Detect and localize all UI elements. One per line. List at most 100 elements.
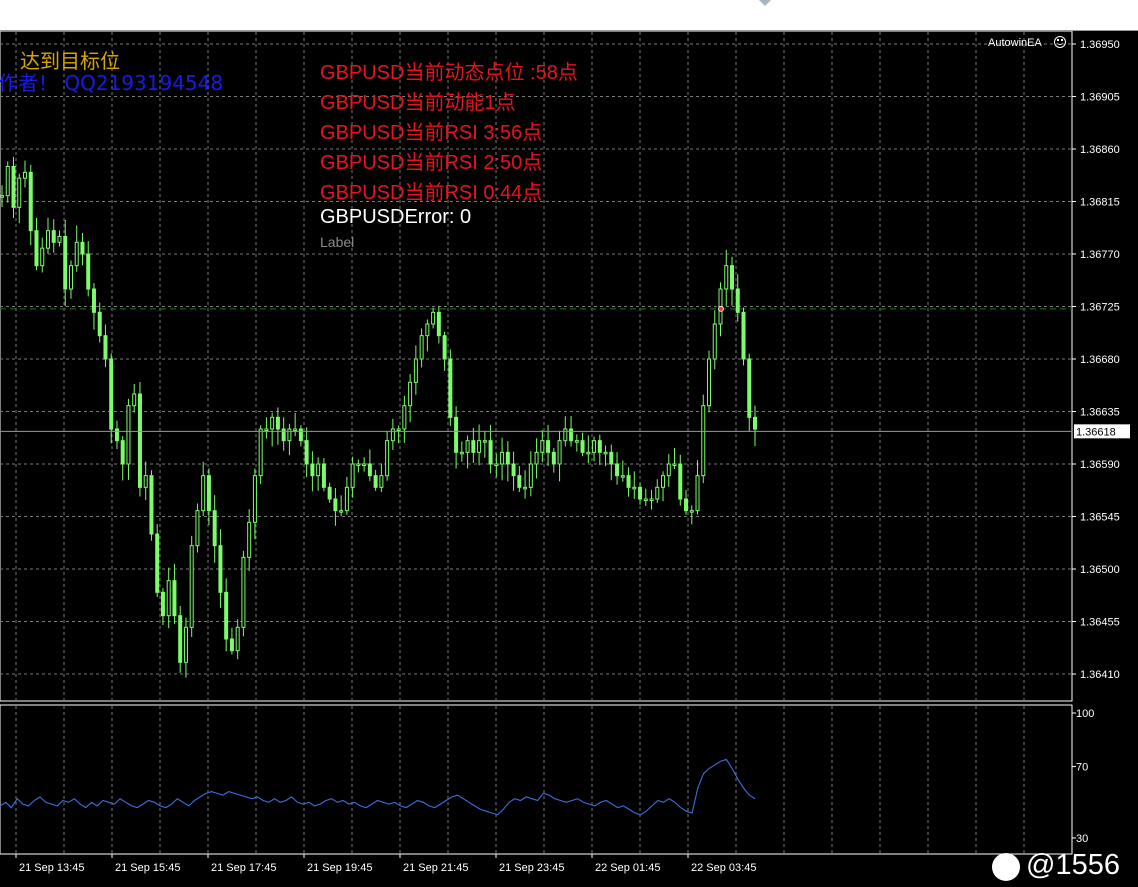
candle-body [333, 498, 338, 512]
candle-body [528, 463, 533, 488]
candle-body [551, 451, 556, 465]
y-tick-label: 1.36725 [1080, 302, 1120, 314]
rsi-tick-label: 100 [1076, 708, 1094, 720]
candle-body [546, 440, 551, 453]
candle-body [678, 463, 683, 500]
trade-marker [718, 305, 724, 312]
x-tick-label: 21 Sep 15:45 [115, 862, 180, 874]
candle-body [724, 265, 729, 290]
candle-body [661, 475, 666, 488]
candle-body [569, 428, 574, 442]
candle-body [201, 475, 206, 512]
candle-body [45, 230, 50, 249]
candle-body [270, 416, 275, 430]
candle-body [304, 440, 309, 465]
candle-body [431, 311, 436, 325]
info-line-rsi-3: GBPUSD当前RSI 3:56点 [320, 122, 543, 144]
candle-body [563, 428, 568, 442]
candle-body [643, 498, 648, 501]
y-tick-label: 1.36950 [1080, 39, 1120, 51]
candle-body [166, 580, 171, 617]
candle-body [97, 311, 102, 337]
candle-body [620, 475, 625, 478]
chart-window[interactable]: 1.36950 1.36905 1.36860 1.36815 1.36770 1.367… [0, 31, 1138, 887]
candle-body [488, 440, 493, 465]
chart-top-strip [0, 0, 1138, 31]
y-tick-label: 1.36500 [1080, 564, 1120, 576]
candle-body [293, 428, 298, 431]
current-price-label: 1.36618 [1076, 426, 1116, 438]
y-tick-label: 1.36590 [1080, 459, 1120, 471]
candle-body [396, 428, 401, 431]
candle-body [505, 451, 510, 465]
rsi-tick-label: 30 [1076, 833, 1088, 845]
candle-body [574, 440, 579, 443]
candle-body [339, 510, 344, 513]
candle-body [172, 580, 177, 617]
y-tick-label: 1.36680 [1080, 354, 1120, 366]
candle-body [385, 440, 390, 477]
info-line-rsi-2: GBPUSD当前RSI 2:50点 [320, 152, 543, 174]
candle-body [465, 440, 470, 453]
candle-body [603, 451, 608, 455]
y-tick-label: 1.36455 [1080, 617, 1120, 629]
candle-body [684, 498, 689, 512]
info-line-dynamic-points: GBPUSD当前动态点位 :58点 [320, 62, 578, 84]
candle-body [22, 171, 27, 179]
candle-body [183, 626, 188, 663]
candle-body [494, 463, 499, 466]
candle-body [224, 591, 229, 640]
candle-body [195, 510, 200, 547]
scroll-position-marker[interactable] [759, 0, 771, 6]
candle-body [586, 451, 591, 455]
candle-body [356, 463, 361, 466]
x-tick-label: 22 Sep 01:45 [595, 862, 660, 874]
candle-body [655, 486, 660, 500]
candle-body [408, 381, 413, 407]
candle-body [258, 428, 263, 477]
x-tick-label: 21 Sep 19:45 [307, 862, 372, 874]
candle-body [419, 335, 424, 360]
candle-body [511, 463, 516, 477]
candle-body [649, 498, 654, 501]
candle-body [298, 428, 303, 442]
candle-body [592, 440, 597, 453]
candle-body [350, 463, 355, 488]
y-tick-label: 1.36905 [1080, 92, 1120, 104]
candle-body [482, 440, 487, 443]
candle-body [126, 405, 131, 465]
y-tick-label: 1.36770 [1080, 249, 1120, 261]
candle-body [160, 591, 165, 617]
candle-body [695, 475, 700, 512]
candle-body [379, 475, 384, 488]
candle-body [310, 463, 315, 477]
candle-body [459, 451, 464, 455]
candle-body [321, 463, 326, 488]
expert-advisor-name[interactable]: AutowinEA [988, 37, 1042, 49]
price-chart: 1.36950 1.36905 1.36860 1.36815 1.36770 1.367… [0, 31, 1130, 874]
candle-body [747, 358, 752, 418]
candle-body [28, 171, 33, 232]
candle-body [402, 405, 407, 430]
candle-body [91, 288, 96, 313]
candle-body [0, 195, 4, 198]
candle-body [540, 440, 545, 453]
candle-body [57, 236, 62, 243]
candle-body [373, 475, 378, 488]
candle-body [275, 416, 280, 430]
candle-body [212, 510, 217, 547]
candle-body [86, 253, 91, 290]
candle-body [178, 615, 183, 663]
candle-body [155, 533, 160, 593]
x-tick-label: 22 Sep 03:45 [691, 862, 756, 874]
candle-body [666, 463, 671, 477]
candle-body [362, 463, 367, 466]
candle-body [137, 393, 142, 488]
candle-body [632, 486, 637, 490]
candle-body [235, 626, 240, 652]
candle-body [132, 393, 137, 407]
candle-body [247, 521, 252, 558]
candle-body [206, 475, 211, 512]
candle-body [40, 247, 45, 267]
candle-body [436, 311, 441, 337]
